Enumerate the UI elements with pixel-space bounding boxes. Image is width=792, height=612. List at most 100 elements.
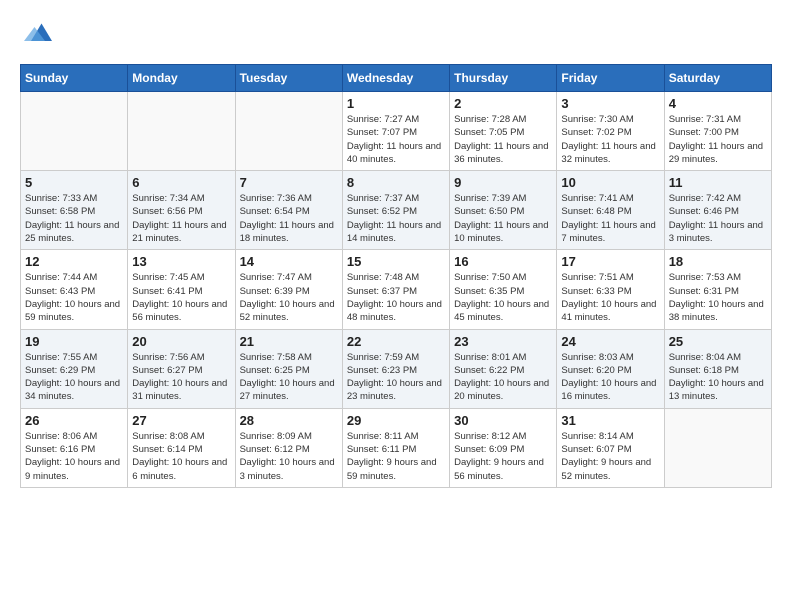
day-number: 16 <box>454 254 552 269</box>
day-number: 25 <box>669 334 767 349</box>
calendar-cell: 4 Sunrise: 7:31 AMSunset: 7:00 PMDaylight… <box>664 92 771 171</box>
day-number: 6 <box>132 175 230 190</box>
day-number: 23 <box>454 334 552 349</box>
calendar-cell: 12 Sunrise: 7:44 AMSunset: 6:43 PMDayligh… <box>21 250 128 329</box>
logo <box>20 20 52 48</box>
day-number: 19 <box>25 334 123 349</box>
calendar-cell: 10Sunrise: 7:41 AMSunset: 6:48 PMDayligh… <box>557 171 664 250</box>
day-info: Sunrise: 7:45 AMSunset: 6:41 PMDaylight:… <box>132 271 230 324</box>
calendar-cell: 13 Sunrise: 7:45 AMSunset: 6:41 PMDayligh… <box>128 250 235 329</box>
day-info: Sunrise: 7:33 AMSunset: 6:58 PMDaylight:… <box>25 192 123 245</box>
header-monday: Monday <box>128 65 235 92</box>
header-sunday: Sunday <box>21 65 128 92</box>
calendar-cell: 31Sunrise: 8:14 AMSunset: 6:07 PMDayligh… <box>557 408 664 487</box>
calendar-cell <box>128 92 235 171</box>
calendar-cell: 17 Sunrise: 7:51 AMSunset: 6:33 PMDayligh… <box>557 250 664 329</box>
day-number: 24 <box>561 334 659 349</box>
calendar-cell: 3 Sunrise: 7:30 AMSunset: 7:02 PMDaylight… <box>557 92 664 171</box>
calendar-header-row: SundayMondayTuesdayWednesdayThursdayFrid… <box>21 65 772 92</box>
day-number: 27 <box>132 413 230 428</box>
day-info: Sunrise: 8:12 AMSunset: 6:09 PMDaylight:… <box>454 430 552 483</box>
calendar-cell: 22 Sunrise: 7:59 AMSunset: 6:23 PMDayligh… <box>342 329 449 408</box>
calendar-cell: 29 Sunrise: 8:11 AMSunset: 6:11 PMDayligh… <box>342 408 449 487</box>
day-number: 14 <box>240 254 338 269</box>
day-info: Sunrise: 7:28 AMSunset: 7:05 PMDaylight:… <box>454 113 552 166</box>
day-info: Sunrise: 7:51 AMSunset: 6:33 PMDaylight:… <box>561 271 659 324</box>
calendar-cell: 15 Sunrise: 7:48 AMSunset: 6:37 PMDayligh… <box>342 250 449 329</box>
header-friday: Friday <box>557 65 664 92</box>
day-info: Sunrise: 7:36 AMSunset: 6:54 PMDaylight:… <box>240 192 338 245</box>
day-number: 12 <box>25 254 123 269</box>
day-info: Sunrise: 8:06 AMSunset: 6:16 PMDaylight:… <box>25 430 123 483</box>
day-number: 30 <box>454 413 552 428</box>
calendar-cell: 14 Sunrise: 7:47 AMSunset: 6:39 PMDayligh… <box>235 250 342 329</box>
day-info: Sunrise: 7:53 AMSunset: 6:31 PMDaylight:… <box>669 271 767 324</box>
day-info: Sunrise: 7:48 AMSunset: 6:37 PMDaylight:… <box>347 271 445 324</box>
calendar-cell <box>21 92 128 171</box>
calendar-week-3: 12 Sunrise: 7:44 AMSunset: 6:43 PMDayligh… <box>21 250 772 329</box>
calendar-cell: 5 Sunrise: 7:33 AMSunset: 6:58 PMDaylight… <box>21 171 128 250</box>
day-info: Sunrise: 7:27 AMSunset: 7:07 PMDaylight:… <box>347 113 445 166</box>
day-info: Sunrise: 7:31 AMSunset: 7:00 PMDaylight:… <box>669 113 767 166</box>
logo-icon <box>24 20 52 48</box>
header-tuesday: Tuesday <box>235 65 342 92</box>
calendar-cell: 18 Sunrise: 7:53 AMSunset: 6:31 PMDayligh… <box>664 250 771 329</box>
day-number: 13 <box>132 254 230 269</box>
calendar-cell: 6 Sunrise: 7:34 AMSunset: 6:56 PMDaylight… <box>128 171 235 250</box>
calendar-cell: 11 Sunrise: 7:42 AMSunset: 6:46 PMDayligh… <box>664 171 771 250</box>
day-info: Sunrise: 7:44 AMSunset: 6:43 PMDaylight:… <box>25 271 123 324</box>
day-number: 20 <box>132 334 230 349</box>
calendar-cell: 20Sunrise: 7:56 AMSunset: 6:27 PMDayligh… <box>128 329 235 408</box>
day-info: Sunrise: 8:01 AMSunset: 6:22 PMDaylight:… <box>454 351 552 404</box>
calendar-cell <box>664 408 771 487</box>
day-number: 22 <box>347 334 445 349</box>
day-info: Sunrise: 8:03 AMSunset: 6:20 PMDaylight:… <box>561 351 659 404</box>
day-info: Sunrise: 7:55 AMSunset: 6:29 PMDaylight:… <box>25 351 123 404</box>
day-number: 4 <box>669 96 767 111</box>
day-number: 8 <box>347 175 445 190</box>
day-number: 1 <box>347 96 445 111</box>
page-header <box>20 20 772 48</box>
calendar-cell: 24 Sunrise: 8:03 AMSunset: 6:20 PMDayligh… <box>557 329 664 408</box>
calendar-week-2: 5 Sunrise: 7:33 AMSunset: 6:58 PMDaylight… <box>21 171 772 250</box>
calendar-cell: 1 Sunrise: 7:27 AMSunset: 7:07 PMDaylight… <box>342 92 449 171</box>
day-number: 5 <box>25 175 123 190</box>
day-number: 2 <box>454 96 552 111</box>
day-number: 21 <box>240 334 338 349</box>
calendar-cell: 27Sunrise: 8:08 AMSunset: 6:14 PMDayligh… <box>128 408 235 487</box>
calendar-cell: 8 Sunrise: 7:37 AMSunset: 6:52 PMDaylight… <box>342 171 449 250</box>
day-number: 15 <box>347 254 445 269</box>
calendar-cell: 28 Sunrise: 8:09 AMSunset: 6:12 PMDayligh… <box>235 408 342 487</box>
calendar-cell: 16 Sunrise: 7:50 AMSunset: 6:35 PMDayligh… <box>450 250 557 329</box>
day-number: 28 <box>240 413 338 428</box>
day-info: Sunrise: 8:09 AMSunset: 6:12 PMDaylight:… <box>240 430 338 483</box>
day-number: 26 <box>25 413 123 428</box>
day-info: Sunrise: 8:11 AMSunset: 6:11 PMDaylight:… <box>347 430 445 483</box>
day-number: 9 <box>454 175 552 190</box>
day-info: Sunrise: 7:39 AMSunset: 6:50 PMDaylight:… <box>454 192 552 245</box>
day-info: Sunrise: 7:50 AMSunset: 6:35 PMDaylight:… <box>454 271 552 324</box>
calendar-week-1: 1 Sunrise: 7:27 AMSunset: 7:07 PMDaylight… <box>21 92 772 171</box>
day-info: Sunrise: 7:34 AMSunset: 6:56 PMDaylight:… <box>132 192 230 245</box>
day-info: Sunrise: 8:14 AMSunset: 6:07 PMDaylight:… <box>561 430 659 483</box>
calendar-cell <box>235 92 342 171</box>
day-number: 10 <box>561 175 659 190</box>
header-saturday: Saturday <box>664 65 771 92</box>
calendar-cell: 25 Sunrise: 8:04 AMSunset: 6:18 PMDayligh… <box>664 329 771 408</box>
day-info: Sunrise: 8:04 AMSunset: 6:18 PMDaylight:… <box>669 351 767 404</box>
day-info: Sunrise: 7:59 AMSunset: 6:23 PMDaylight:… <box>347 351 445 404</box>
calendar-cell: 26 Sunrise: 8:06 AMSunset: 6:16 PMDayligh… <box>21 408 128 487</box>
calendar-cell: 23 Sunrise: 8:01 AMSunset: 6:22 PMDayligh… <box>450 329 557 408</box>
day-info: Sunrise: 7:37 AMSunset: 6:52 PMDaylight:… <box>347 192 445 245</box>
day-info: Sunrise: 7:30 AMSunset: 7:02 PMDaylight:… <box>561 113 659 166</box>
day-number: 29 <box>347 413 445 428</box>
day-number: 18 <box>669 254 767 269</box>
day-info: Sunrise: 7:47 AMSunset: 6:39 PMDaylight:… <box>240 271 338 324</box>
day-number: 3 <box>561 96 659 111</box>
calendar-cell: 7Sunrise: 7:36 AMSunset: 6:54 PMDaylight… <box>235 171 342 250</box>
day-number: 11 <box>669 175 767 190</box>
day-info: Sunrise: 7:42 AMSunset: 6:46 PMDaylight:… <box>669 192 767 245</box>
header-wednesday: Wednesday <box>342 65 449 92</box>
day-number: 17 <box>561 254 659 269</box>
calendar-table: SundayMondayTuesdayWednesdayThursdayFrid… <box>20 64 772 488</box>
